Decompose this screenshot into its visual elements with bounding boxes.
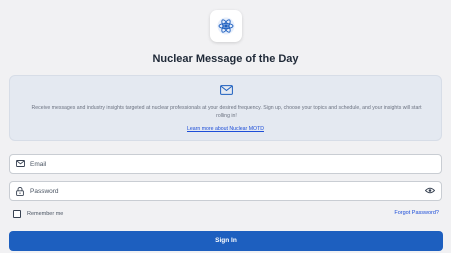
atom-icon <box>217 17 235 35</box>
envelope-icon <box>16 160 25 167</box>
email-input[interactable] <box>30 157 410 171</box>
envelope-icon <box>220 85 233 95</box>
page-title: Nuclear Message of the Day <box>152 53 299 65</box>
remember-me-checkbox[interactable] <box>13 210 21 218</box>
password-field[interactable] <box>9 181 442 201</box>
sign-in-button[interactable]: Sign In <box>9 231 443 251</box>
email-field[interactable] <box>9 154 442 174</box>
password-input[interactable] <box>30 184 410 198</box>
lock-icon <box>16 187 24 196</box>
remember-me[interactable]: Remember me <box>13 210 63 218</box>
forgot-password-link[interactable]: Forgot Password? <box>394 210 439 216</box>
remember-me-label: Remember me <box>27 211 64 217</box>
info-description: Receive messages and industry insights t… <box>31 105 422 119</box>
info-card: Receive messages and industry insights t… <box>9 75 442 141</box>
learn-more-link[interactable]: Learn more about Nuclear MOTD <box>10 126 441 132</box>
eye-icon[interactable] <box>425 187 435 194</box>
app-logo <box>210 10 242 42</box>
